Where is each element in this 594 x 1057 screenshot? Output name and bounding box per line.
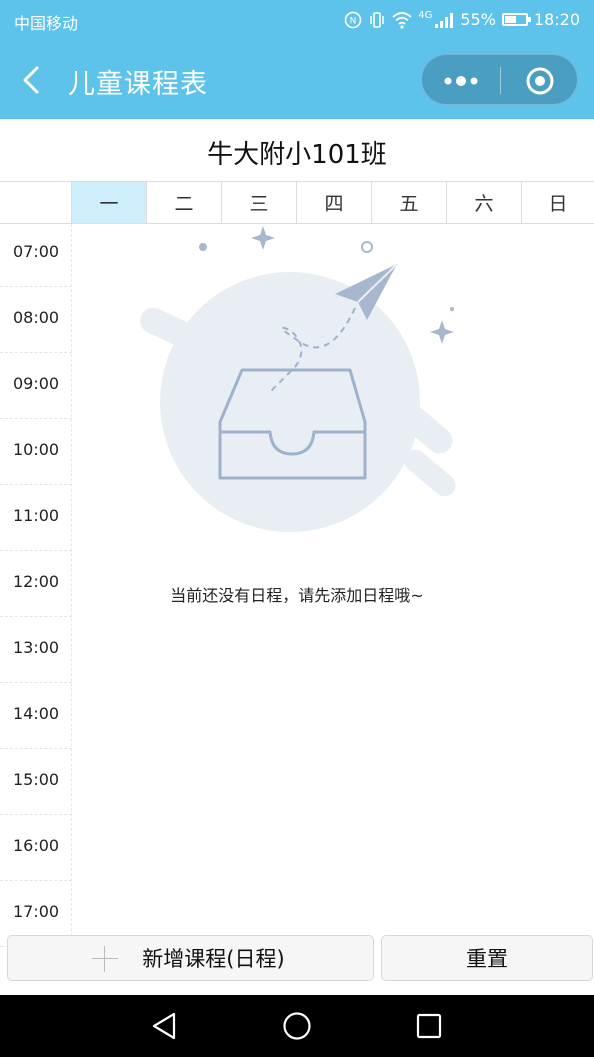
circle-home-icon[interactable] — [280, 1009, 314, 1043]
time-divider — [0, 418, 72, 419]
carrier-name: 中国移动 — [14, 14, 79, 33]
weekday-header: 一 二 三 四 五 六 日 — [0, 181, 594, 224]
more-button[interactable] — [422, 55, 500, 106]
plus-icon — [92, 946, 118, 972]
time-divider — [0, 352, 72, 353]
target-circle-icon — [526, 67, 554, 94]
time-divider — [0, 814, 72, 815]
time-label: 11:00 — [13, 506, 60, 525]
day-tab-sun[interactable]: 日 — [522, 182, 594, 223]
time-divider — [0, 748, 72, 749]
day-tab-thu[interactable]: 四 — [297, 182, 372, 223]
more-dots-icon — [444, 75, 478, 86]
time-divider — [0, 550, 72, 551]
time-divider — [0, 286, 72, 287]
time-label: 17:00 — [13, 902, 60, 921]
square-recents-icon[interactable] — [412, 1009, 446, 1043]
svg-text:N: N — [350, 16, 357, 26]
reset-label: 重置 — [466, 947, 508, 971]
empty-message: 当前还没有日程，请先添加日程哦~ — [170, 586, 424, 605]
reset-button[interactable]: 重置 — [381, 935, 593, 981]
triangle-back-icon[interactable] — [148, 1009, 182, 1043]
day-tab-tue[interactable]: 二 — [147, 182, 222, 223]
battery-percent: 55% — [460, 10, 496, 29]
weekday-corner — [0, 182, 72, 223]
class-name: 牛大附小101班 — [207, 140, 387, 170]
time-label: 08:00 — [13, 308, 60, 327]
battery-icon — [501, 13, 531, 26]
nfc-icon: N — [344, 11, 362, 28]
time-column: 07:00 08:00 09:00 10:00 11:00 12:00 13:00 14:00… — [0, 224, 72, 947]
empty-inbox-paper-plane-icon — [140, 226, 456, 532]
mini-program-capsule — [421, 54, 578, 105]
vibrate-icon — [370, 11, 384, 28]
time-label: 13:00 — [13, 638, 60, 657]
time-label: 10:00 — [13, 440, 60, 459]
chevron-left-icon[interactable] — [18, 60, 48, 100]
day-tab-wed[interactable]: 三 — [222, 182, 297, 223]
close-mini-program-button[interactable] — [501, 55, 579, 106]
time-label: 09:00 — [13, 374, 60, 393]
time-label: 16:00 — [13, 836, 60, 855]
wifi-icon — [392, 11, 412, 29]
page-title: 儿童课程表 — [68, 69, 208, 100]
day-tab-mon[interactable]: 一 — [72, 182, 147, 223]
clock: 18:20 — [533, 10, 580, 29]
time-divider — [0, 616, 72, 617]
status-icons: N 4G 55% 18:20 — [344, 10, 580, 29]
time-label: 14:00 — [13, 704, 60, 723]
time-divider — [0, 682, 72, 683]
day-tab-sat[interactable]: 六 — [447, 182, 522, 223]
app-header: 儿童课程表 — [0, 40, 594, 119]
time-divider — [0, 484, 72, 485]
add-course-button[interactable]: 新增课程(日程) — [7, 935, 374, 981]
time-divider — [0, 880, 72, 881]
day-tab-fri[interactable]: 五 — [372, 182, 447, 223]
add-course-label: 新增课程(日程) — [142, 947, 285, 971]
signal-icon — [435, 12, 454, 28]
system-navigation-bar — [0, 995, 594, 1057]
status-bar: 中国移动 N 4G 55% 18:20 — [0, 0, 594, 40]
time-label: 15:00 — [13, 770, 60, 789]
network-type: 4G — [418, 10, 433, 21]
time-label: 07:00 — [13, 242, 60, 261]
